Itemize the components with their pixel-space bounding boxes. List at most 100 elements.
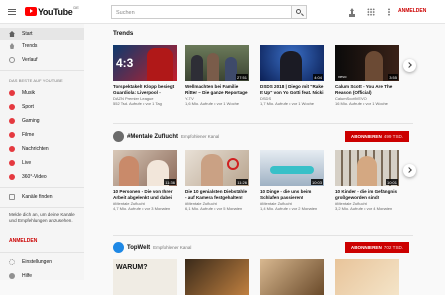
video-thumbnail[interactable]: WARUM?	[113, 259, 177, 295]
sidebar-item-label: Kanäle finden	[22, 194, 53, 200]
video-title[interactable]: Calum Scott - You Are The Reason (Offici…	[335, 84, 399, 95]
channel-name[interactable]: TopWelt	[127, 245, 150, 251]
video-card[interactable]: 11:36 10 Personen - Die von Ihrer Arbeit…	[113, 150, 177, 211]
video-card[interactable]: 4:3 Torspektakel! Klopp besiegt Guardiol…	[113, 45, 177, 106]
sidebar-item-live[interactable]: Live	[0, 157, 84, 169]
sidebar-item-label: Verlauf	[22, 57, 38, 63]
video-meta: 3,2 Mio. Aufrufe • vor 4 Monaten	[335, 206, 393, 212]
video-thumbnail[interactable]: 11:36	[113, 150, 177, 186]
sidebar-item-start[interactable]: Start	[0, 28, 84, 40]
gaming-channel-icon	[9, 118, 15, 124]
signin-button[interactable]: ANMELDEN	[398, 8, 426, 14]
video-card[interactable]: 11:26 Die 10 genialsten Diebstähle - auf…	[185, 150, 249, 211]
video-duration: 3:55	[388, 74, 398, 80]
sidebar-item-label: Hilfe	[22, 273, 33, 279]
video-meta: 1,7 Mio. Aufrufe • vor 1 Woche	[260, 101, 315, 107]
video-thumbnail[interactable]: 27:51	[185, 45, 249, 81]
subscribe-label: ABONNIEREN	[350, 134, 382, 139]
sidebar: Start Trends Verlauf DAS BESTE AUF YOUTU…	[0, 24, 84, 280]
video-duration: 4:04	[313, 74, 323, 80]
video-duration: 10:01	[385, 179, 398, 185]
search-button[interactable]	[291, 5, 307, 19]
video-title[interactable]: 10 Kinder - die im Gefängnis großgeworde…	[335, 189, 399, 200]
sidebar-item-label: Trends	[22, 43, 38, 49]
scroll-next-button[interactable]	[403, 59, 416, 72]
sidebar-item-news[interactable]: Nachrichten	[0, 143, 84, 155]
subscribe-button[interactable]: ABONNIEREN 499 TSD.	[345, 131, 409, 142]
sidebar-divider	[0, 207, 84, 208]
360-video-channel-icon	[9, 174, 15, 180]
channel-name[interactable]: #Mentale Zuflucht	[127, 134, 178, 140]
sidebar-divider	[0, 252, 84, 253]
video-card[interactable]: 10:03 10 Dinge - die uns beim Schlafen p…	[260, 150, 324, 211]
sidebar-item-360-video[interactable]: 360°-Video	[0, 171, 84, 183]
trends-section: Trends 4:3 Torspektakel! Klopp besiegt G…	[84, 24, 445, 124]
video-thumbnail[interactable]	[260, 259, 324, 295]
apps-icon[interactable]	[367, 8, 375, 16]
sidebar-item-sport[interactable]: Sport	[0, 101, 84, 113]
video-card[interactable]: 27:51 Wellmachten bei Familie Ritter – D…	[185, 45, 249, 106]
logo-text: YouTube	[38, 6, 73, 17]
subscribe-button[interactable]: ABONNIEREN 702 TSD.	[345, 242, 409, 253]
sidebar-item-label: Gaming	[22, 118, 40, 124]
video-duration: 10:03	[310, 179, 323, 185]
video-meta: 16 Mio. Aufrufe • vor 1 Woche	[335, 101, 388, 107]
video-card[interactable]: vevo 3:55 Calum Scott - You Are The Reas…	[335, 45, 399, 106]
video-thumbnail[interactable]: vevo 3:55	[335, 45, 399, 81]
sport-channel-icon	[9, 104, 15, 110]
add-circle-icon	[9, 194, 15, 200]
video-title[interactable]: Wellmachten bei Familie Ritter – Die gan…	[185, 84, 249, 95]
sidebar-item-movies[interactable]: Filme	[0, 129, 84, 141]
youtube-logo[interactable]: YouTube DE	[25, 4, 79, 17]
youtube-play-icon	[25, 7, 37, 16]
thumbnail-text: WARUM?	[116, 264, 148, 271]
sidebar-item-music[interactable]: Musik	[0, 87, 84, 99]
region-label: DE	[73, 4, 79, 10]
subscriber-count: 499 TSD.	[383, 134, 404, 139]
upload-icon[interactable]	[348, 8, 356, 16]
video-thumbnail[interactable]	[335, 259, 399, 295]
video-title[interactable]: 10 Dinge - die uns beim Schlafen passier…	[260, 189, 324, 200]
channel-section-mentale-zuflucht: #Mentale Zuflucht Empfohlener Kanal ABON…	[84, 124, 445, 236]
video-card[interactable]: 4:04 DSDS 2018 | Diego mit "Rake It Up" …	[260, 45, 324, 106]
more-options-icon[interactable]	[388, 8, 390, 16]
subscriber-count: 702 TSD.	[383, 245, 404, 250]
menu-icon[interactable]	[8, 8, 16, 15]
sidebar-item-label: 360°-Video	[22, 174, 47, 180]
sidebar-item-browse-channels[interactable]: Kanäle finden	[0, 191, 84, 203]
sidebar-item-label: Nachrichten	[22, 146, 49, 152]
video-meta: 1,6 Mio. Aufrufe • vor 1 Woche	[185, 101, 240, 107]
search-input[interactable]: Suchen	[111, 5, 292, 19]
sidebar-item-help[interactable]: Hilfe	[0, 270, 84, 282]
video-thumbnail[interactable]: 11:26	[185, 150, 249, 186]
sidebar-item-trends[interactable]: Trends	[0, 40, 84, 52]
video-thumbnail[interactable]: 10:01	[335, 150, 399, 186]
video-title[interactable]: 10 Personen - Die von Ihrer Arbeit abgel…	[113, 189, 177, 200]
scroll-next-button[interactable]	[403, 164, 416, 177]
section-title[interactable]: Trends	[113, 30, 133, 37]
sidebar-signin-link[interactable]: ANMELDEN	[9, 238, 37, 244]
video-title[interactable]: DSDS 2018 | Diego mit "Rake It Up" von Y…	[260, 84, 324, 95]
movies-channel-icon	[9, 132, 15, 138]
sidebar-item-label: Einstellungen	[22, 259, 53, 265]
video-card[interactable]: 10:01 10 Kinder - die im Gefängnis großg…	[335, 150, 399, 211]
video-thumbnail[interactable]	[185, 259, 249, 295]
video-thumbnail[interactable]: 10:03	[260, 150, 324, 186]
gear-icon	[9, 259, 15, 265]
video-title[interactable]: Die 10 genialsten Diebstähle - auf Kamer…	[185, 189, 249, 200]
video-meta: 4,7 Mio. Aufrufe • vor 3 Monaten	[113, 206, 171, 212]
video-duration: 11:36	[164, 179, 176, 185]
avatar[interactable]	[113, 131, 124, 142]
sidebar-item-settings[interactable]: Einstellungen	[0, 256, 84, 268]
sidebar-item-label: Live	[22, 160, 32, 166]
sidebar-divider	[0, 70, 84, 71]
video-thumbnail[interactable]: 4:3	[113, 45, 177, 81]
avatar[interactable]	[113, 242, 124, 253]
video-title[interactable]: Torspektakel! Klopp besiegt Guardiola: L…	[113, 84, 177, 95]
sidebar-item-label: Musik	[22, 90, 36, 96]
sidebar-item-gaming[interactable]: Gaming	[0, 115, 84, 127]
video-thumbnail[interactable]: 4:04	[260, 45, 324, 81]
channel-tag: Empfohlener Kanal	[153, 245, 192, 250]
video-duration: 11:26	[236, 179, 248, 185]
sidebar-item-history[interactable]: Verlauf	[0, 54, 84, 66]
